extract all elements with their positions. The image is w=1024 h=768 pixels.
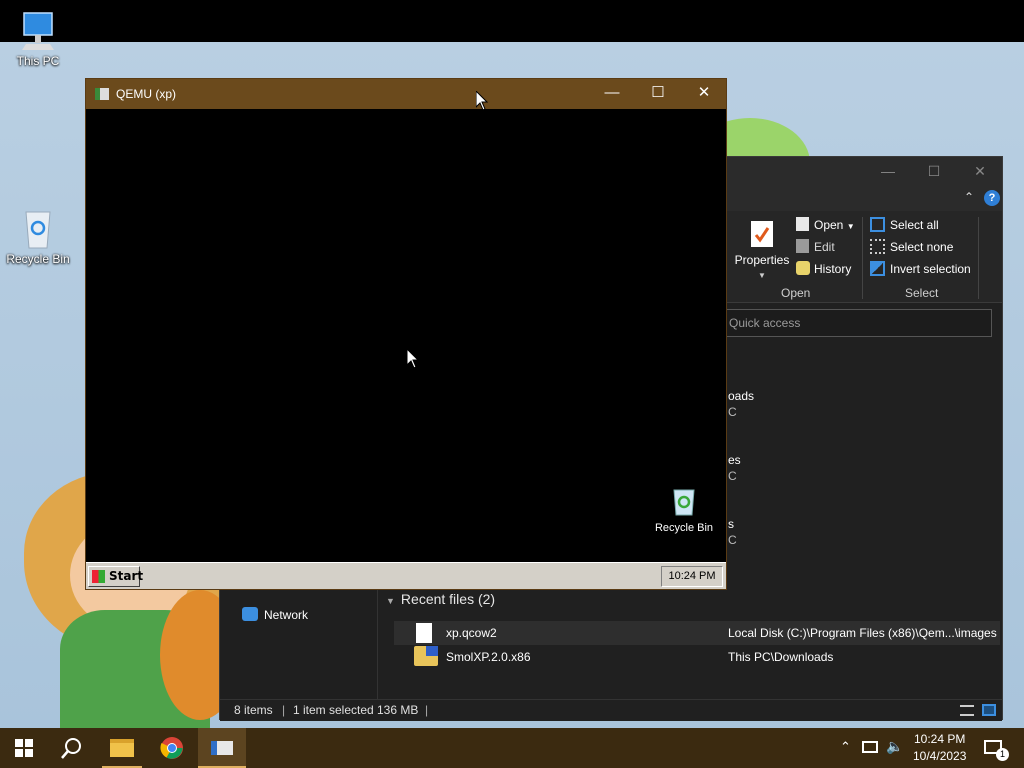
status-size: 136 MB — [377, 703, 419, 717]
nav-item-label: Network — [264, 608, 309, 622]
recent-files-header[interactable]: ▼ Recent files (2) — [386, 591, 495, 607]
file-name: SmolXP.2.0.x86 — [446, 650, 531, 664]
guest-mouse-cursor-icon — [407, 349, 419, 369]
properties-icon — [751, 221, 773, 247]
volume-icon[interactable]: 🔈 — [886, 738, 903, 755]
computer-icon — [22, 12, 54, 50]
desktop-icon-recycle-bin[interactable]: Recycle Bin — [0, 206, 76, 266]
maximize-button[interactable]: ☐ — [911, 157, 957, 187]
notification-badge: 1 — [996, 748, 1009, 761]
close-button[interactable]: ✕ — [681, 79, 727, 109]
taskbar-qemu[interactable] — [198, 728, 246, 768]
folder-icon — [110, 739, 134, 757]
select-group-label: Select — [905, 286, 939, 300]
maximize-button[interactable]: ☐ — [635, 79, 681, 109]
chrome-icon — [160, 737, 183, 759]
close-button[interactable]: ✕ — [957, 157, 1003, 187]
select-none-icon — [870, 239, 885, 254]
start-button[interactable] — [0, 728, 48, 768]
file-path: This PC\Downloads — [728, 650, 834, 664]
collapse-ribbon-icon[interactable]: ⌃ — [964, 190, 974, 204]
qemu-app-icon — [211, 741, 233, 755]
nav-item-network[interactable]: Network — [242, 607, 308, 622]
minimize-button[interactable]: — — [589, 79, 635, 109]
chevron-down-icon: ▼ — [386, 596, 395, 606]
open-button[interactable]: Open ▼ — [796, 217, 855, 232]
file-row[interactable]: SmolXP.2.0.x86 This PC\Downloads — [394, 645, 1000, 669]
recycle-bin-icon — [25, 211, 51, 249]
open-icon — [796, 217, 809, 231]
qemu-window[interactable]: QEMU (xp) — ☐ ✕ Recycle Bin Start 10:24 … — [85, 78, 727, 590]
mouse-cursor-icon — [476, 91, 488, 111]
properties-button[interactable]: Properties ▼ — [734, 219, 790, 280]
windows-logo-icon — [15, 739, 33, 757]
search-icon — [61, 738, 81, 759]
status-selected: 1 item selected — [293, 703, 374, 717]
xp-start-button[interactable]: Start — [88, 566, 144, 587]
chevron-down-icon: ▼ — [846, 222, 855, 231]
network-icon — [242, 607, 258, 621]
desktop-icon-this-pc[interactable]: This PC — [0, 10, 76, 68]
windows-flag-icon — [92, 570, 105, 583]
taskbar-file-explorer[interactable] — [98, 728, 146, 768]
file-row-selected[interactable]: xp.qcow2 Local Disk (C:)\Program Files (… — [394, 621, 1000, 645]
show-hidden-icons-icon[interactable]: ⌃ — [840, 739, 851, 755]
desktop-icon-label: Recycle Bin — [6, 252, 70, 266]
minimize-button[interactable]: — — [865, 157, 911, 187]
select-all-icon — [870, 217, 885, 232]
clock-time[interactable]: 10:24 PM — [914, 732, 965, 746]
file-path: Local Disk (C:)\Program Files (x86)\Qem.… — [728, 626, 997, 640]
file-icon — [416, 623, 432, 643]
help-icon[interactable]: ? — [984, 190, 1000, 206]
iso-badge-icon — [426, 646, 438, 656]
chevron-down-icon: ▼ — [758, 271, 766, 280]
recycle-bin-icon — [673, 489, 695, 516]
open-group-label: Open — [781, 286, 811, 300]
iso-file-icon — [414, 646, 438, 666]
invert-selection-icon — [870, 261, 885, 276]
taskbar: ⌃ 🔈 10:24 PM 10/4/2023 1 — [0, 728, 1024, 768]
address-bar[interactable]: Quick access — [720, 309, 992, 337]
select-none-button[interactable]: Select none — [870, 239, 953, 254]
status-divider: | — [282, 703, 286, 717]
details-view-icon[interactable] — [960, 705, 974, 716]
history-button[interactable]: History — [796, 261, 851, 276]
select-none-label: Select none — [890, 240, 954, 254]
xp-clock[interactable]: 10:24 PM — [661, 566, 723, 587]
qemu-app-icon — [95, 88, 109, 100]
recent-files-label: Recent files (2) — [400, 591, 496, 607]
ribbon-separator — [862, 217, 863, 299]
desktop-icon-label: This PC — [16, 54, 60, 68]
search-button[interactable] — [48, 728, 96, 768]
invert-selection-label: Invert selection — [890, 262, 971, 276]
xp-start-label: Start — [109, 569, 144, 583]
status-item-count: 8 items — [234, 703, 273, 717]
select-all-label: Select all — [890, 218, 939, 232]
guest-display[interactable]: Recycle Bin — [86, 109, 726, 562]
file-name: xp.qcow2 — [446, 626, 497, 640]
qemu-title: QEMU (xp) — [116, 87, 176, 101]
open-label: Open — [814, 218, 844, 232]
clock-date[interactable]: 10/4/2023 — [913, 749, 966, 763]
select-all-button[interactable]: Select all — [870, 217, 939, 232]
ribbon-separator — [978, 217, 979, 299]
xp-desktop-icon-recycle-bin[interactable]: Recycle Bin — [650, 485, 718, 534]
xp-taskbar: Start 10:24 PM — [86, 562, 726, 589]
invert-selection-button[interactable]: Invert selection — [870, 261, 971, 276]
history-icon — [796, 261, 810, 275]
status-bar: 8 items | 1 item selected 136 MB | — [220, 699, 1002, 721]
status-divider: | — [425, 703, 429, 717]
system-tray: ⌃ 🔈 10:24 PM 10/4/2023 1 — [834, 728, 1024, 768]
taskbar-chrome[interactable] — [148, 728, 196, 768]
tiles-view-icon[interactable] — [982, 704, 996, 716]
qemu-title-bar[interactable]: QEMU (xp) — ☐ ✕ — [86, 79, 726, 109]
edit-icon — [796, 239, 809, 253]
edit-button[interactable]: Edit — [796, 239, 835, 254]
xp-desktop-icon-label: Recycle Bin — [654, 522, 714, 534]
edit-label: Edit — [814, 240, 835, 254]
network-icon[interactable] — [862, 741, 878, 753]
history-label: History — [814, 262, 852, 276]
properties-label: Properties — [734, 253, 790, 267]
